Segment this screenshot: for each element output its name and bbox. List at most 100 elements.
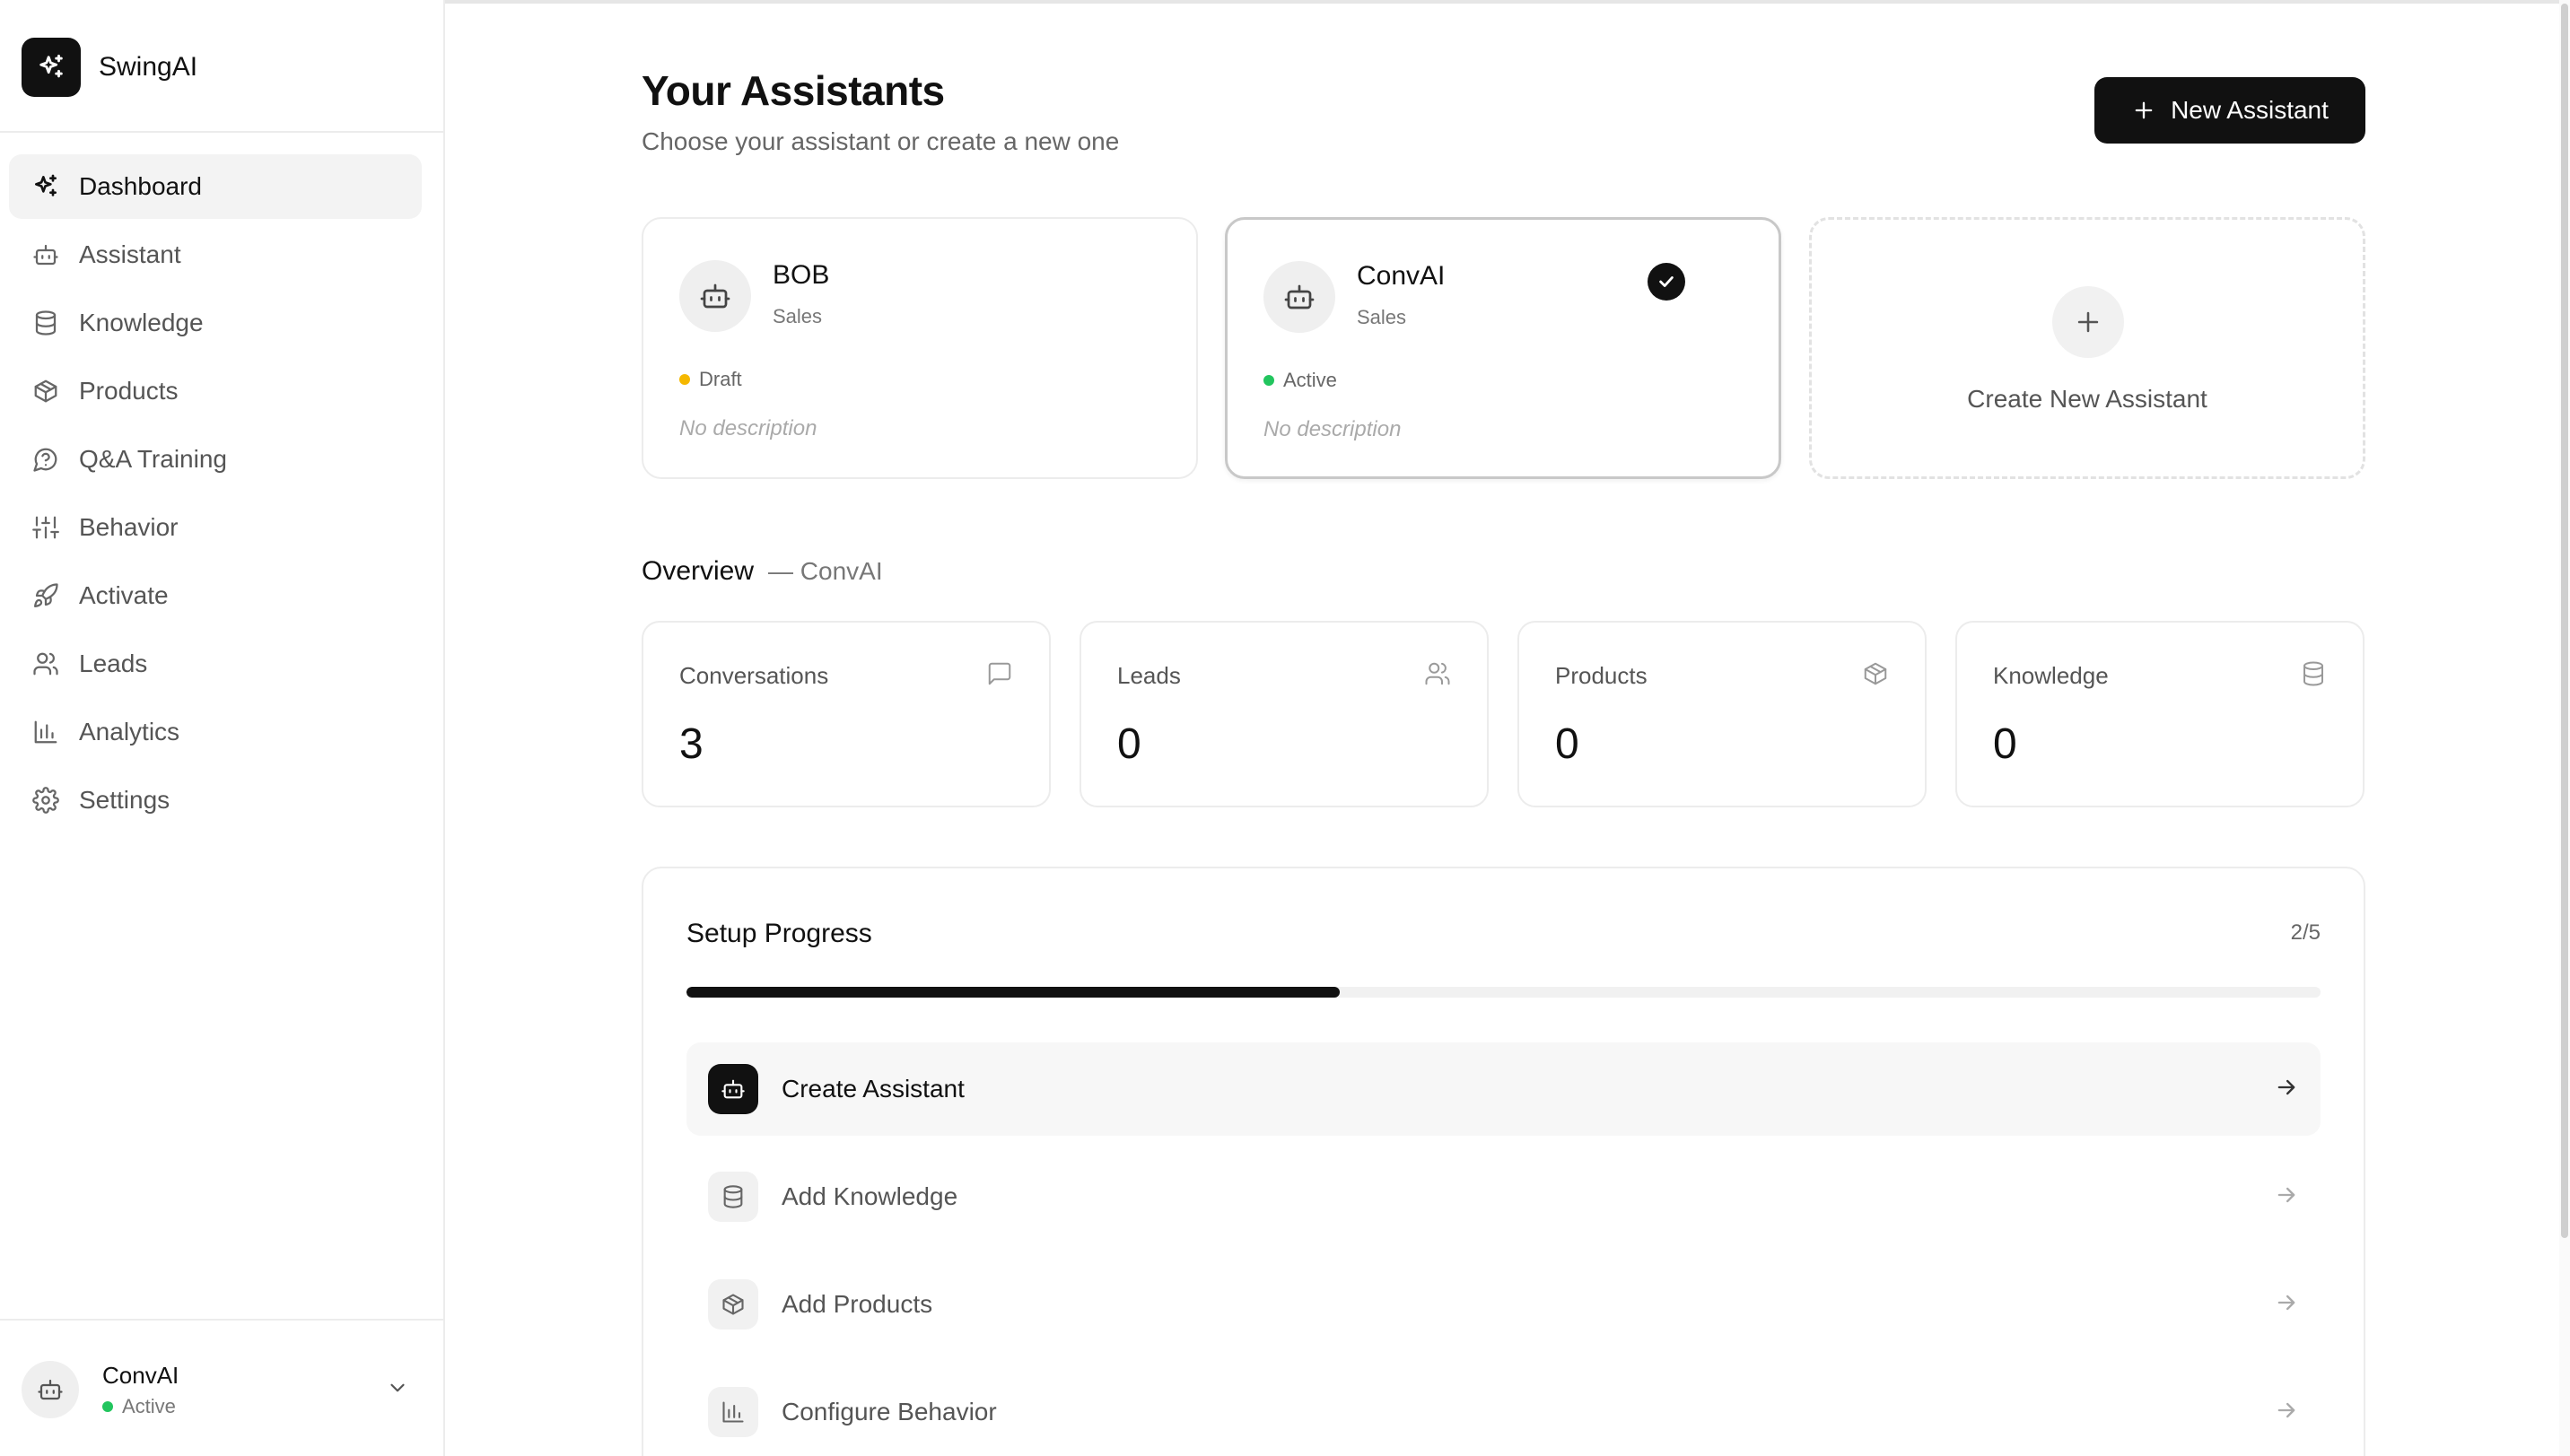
setup-step-add-knowledge[interactable]: Add Knowledge — [686, 1150, 2321, 1243]
sidebar-item-label: Products — [79, 377, 179, 405]
sliders-icon — [31, 512, 61, 543]
users-icon — [1424, 660, 1451, 692]
sidebar-item-products[interactable]: Products — [9, 359, 422, 423]
selected-check-icon — [1648, 263, 1685, 301]
sidebar-item-analytics[interactable]: Analytics — [9, 700, 422, 764]
status-dot — [679, 374, 690, 385]
stat-label: Products — [1555, 662, 1648, 689]
setup-step-create-assistant[interactable]: Create Assistant — [686, 1042, 2321, 1136]
setup-step-label: Add Products — [782, 1290, 933, 1318]
sparkle-icon — [31, 171, 61, 202]
sidebar-item-leads[interactable]: Leads — [9, 632, 422, 696]
setup-progress-card: Setup Progress 2/5 Create Assistant Add … — [642, 867, 2365, 1456]
database-icon — [31, 308, 61, 338]
account-name: ConvAI — [102, 1361, 179, 1389]
arrow-right-icon — [2274, 1075, 2299, 1104]
assistant-name: ConvAI — [1357, 261, 1446, 291]
brand-logo-icon — [22, 38, 81, 97]
sidebar-item-behavior[interactable]: Behavior — [9, 495, 422, 560]
page-subtitle: Choose your assistant or create a new on… — [642, 127, 1120, 155]
stat-card-leads: Leads 0 — [1080, 621, 1489, 807]
overview-title: Overview — [642, 556, 755, 586]
bot-icon — [708, 1064, 758, 1114]
sidebar-item-knowledge[interactable]: Knowledge — [9, 291, 422, 355]
status-dot — [102, 1400, 113, 1412]
overview-subtitle: — ConvAI — [768, 557, 883, 585]
chat-help-icon — [31, 444, 61, 475]
stat-value: 0 — [1555, 720, 1579, 768]
sidebar-item-label: Settings — [79, 786, 170, 814]
box-icon — [708, 1279, 758, 1330]
bar-chart-icon — [708, 1387, 758, 1437]
sidebar-item-label: Assistant — [79, 240, 181, 268]
stat-value: 0 — [1117, 720, 1141, 768]
assistant-card-bob[interactable]: BOB Sales Draft No description — [642, 217, 1198, 479]
plus-icon — [2131, 98, 2156, 123]
account-status-text: Active — [122, 1394, 176, 1417]
assistant-description: No description — [1263, 417, 1402, 441]
brand[interactable]: SwingAI — [22, 38, 197, 97]
bot-icon — [38, 1379, 63, 1400]
avatar — [22, 1361, 79, 1418]
sidebar-item-activate[interactable]: Activate — [9, 563, 422, 628]
sidebar-item-settings[interactable]: Settings — [9, 768, 422, 833]
sidebar-item-qa-training[interactable]: Q&A Training — [9, 427, 422, 492]
sidebar: SwingAI Dashboard Assistant Knowledge Pr… — [0, 0, 445, 1456]
rocket-icon — [31, 580, 61, 611]
sidebar-item-label: Q&A Training — [79, 445, 227, 473]
arrow-right-icon — [2274, 1182, 2299, 1212]
stat-label: Leads — [1117, 662, 1181, 689]
arrow-right-icon — [2274, 1398, 2299, 1427]
setup-step-label: Add Knowledge — [782, 1182, 958, 1210]
assistant-switcher[interactable]: ConvAI Active — [22, 1360, 416, 1419]
stat-value: 3 — [679, 720, 704, 768]
assistant-card-convai[interactable]: ConvAI Sales Active No description — [1225, 217, 1781, 479]
create-assistant-card[interactable]: Create New Assistant — [1809, 217, 2365, 479]
setup-step-label: Create Assistant — [782, 1075, 965, 1103]
database-icon — [708, 1172, 758, 1222]
sidebar-item-label: Analytics — [79, 718, 180, 745]
progress-bar — [686, 987, 2321, 998]
setup-progress-title: Setup Progress — [686, 919, 872, 948]
users-icon — [31, 649, 61, 679]
stat-label: Conversations — [679, 662, 829, 689]
message-icon — [986, 660, 1013, 692]
plus-icon — [2052, 286, 2124, 358]
scrollbar-thumb[interactable] — [2561, 4, 2568, 1238]
box-icon — [31, 376, 61, 406]
sidebar-item-label: Activate — [79, 581, 169, 609]
new-assistant-button[interactable]: New Assistant — [2094, 77, 2365, 144]
sidebar-nav: Dashboard Assistant Knowledge Products Q… — [9, 154, 422, 836]
sidebar-item-label: Leads — [79, 650, 148, 677]
sidebar-item-assistant[interactable]: Assistant — [9, 222, 422, 287]
setup-step-label: Configure Behavior — [782, 1398, 997, 1425]
stat-card-knowledge: Knowledge 0 — [1955, 621, 2365, 807]
page-title: Your Assistants — [642, 67, 945, 114]
assistant-name: BOB — [773, 260, 830, 290]
account-status: Active — [102, 1395, 179, 1418]
bot-icon — [679, 260, 751, 332]
sidebar-item-label: Behavior — [79, 513, 179, 541]
bot-icon — [31, 240, 61, 270]
status-badge: Active — [1263, 369, 1337, 392]
stat-label: Knowledge — [1993, 662, 2109, 689]
stat-card-products: Products 0 — [1517, 621, 1927, 807]
new-assistant-label: New Assistant — [2171, 96, 2329, 124]
setup-step-configure-behavior[interactable]: Configure Behavior — [686, 1365, 2321, 1456]
sidebar-item-label: Knowledge — [79, 309, 204, 336]
arrow-right-icon — [2274, 1290, 2299, 1320]
progress-bar-fill — [686, 987, 1341, 998]
database-icon — [2300, 660, 2327, 692]
assistant-role: Sales — [1357, 306, 1407, 328]
sidebar-item-dashboard[interactable]: Dashboard — [9, 154, 422, 219]
assistant-role: Sales — [773, 305, 823, 327]
assistant-description: No description — [679, 416, 817, 440]
setup-step-add-products[interactable]: Add Products — [686, 1258, 2321, 1351]
gear-icon — [31, 785, 61, 815]
sidebar-divider — [0, 1319, 443, 1321]
stat-value: 0 — [1993, 720, 2017, 768]
create-assistant-label: Create New Assistant — [1967, 385, 2207, 413]
status-dot — [1263, 375, 1274, 386]
bar-chart-icon — [31, 717, 61, 747]
chevron-down-icon[interactable] — [386, 1376, 409, 1404]
